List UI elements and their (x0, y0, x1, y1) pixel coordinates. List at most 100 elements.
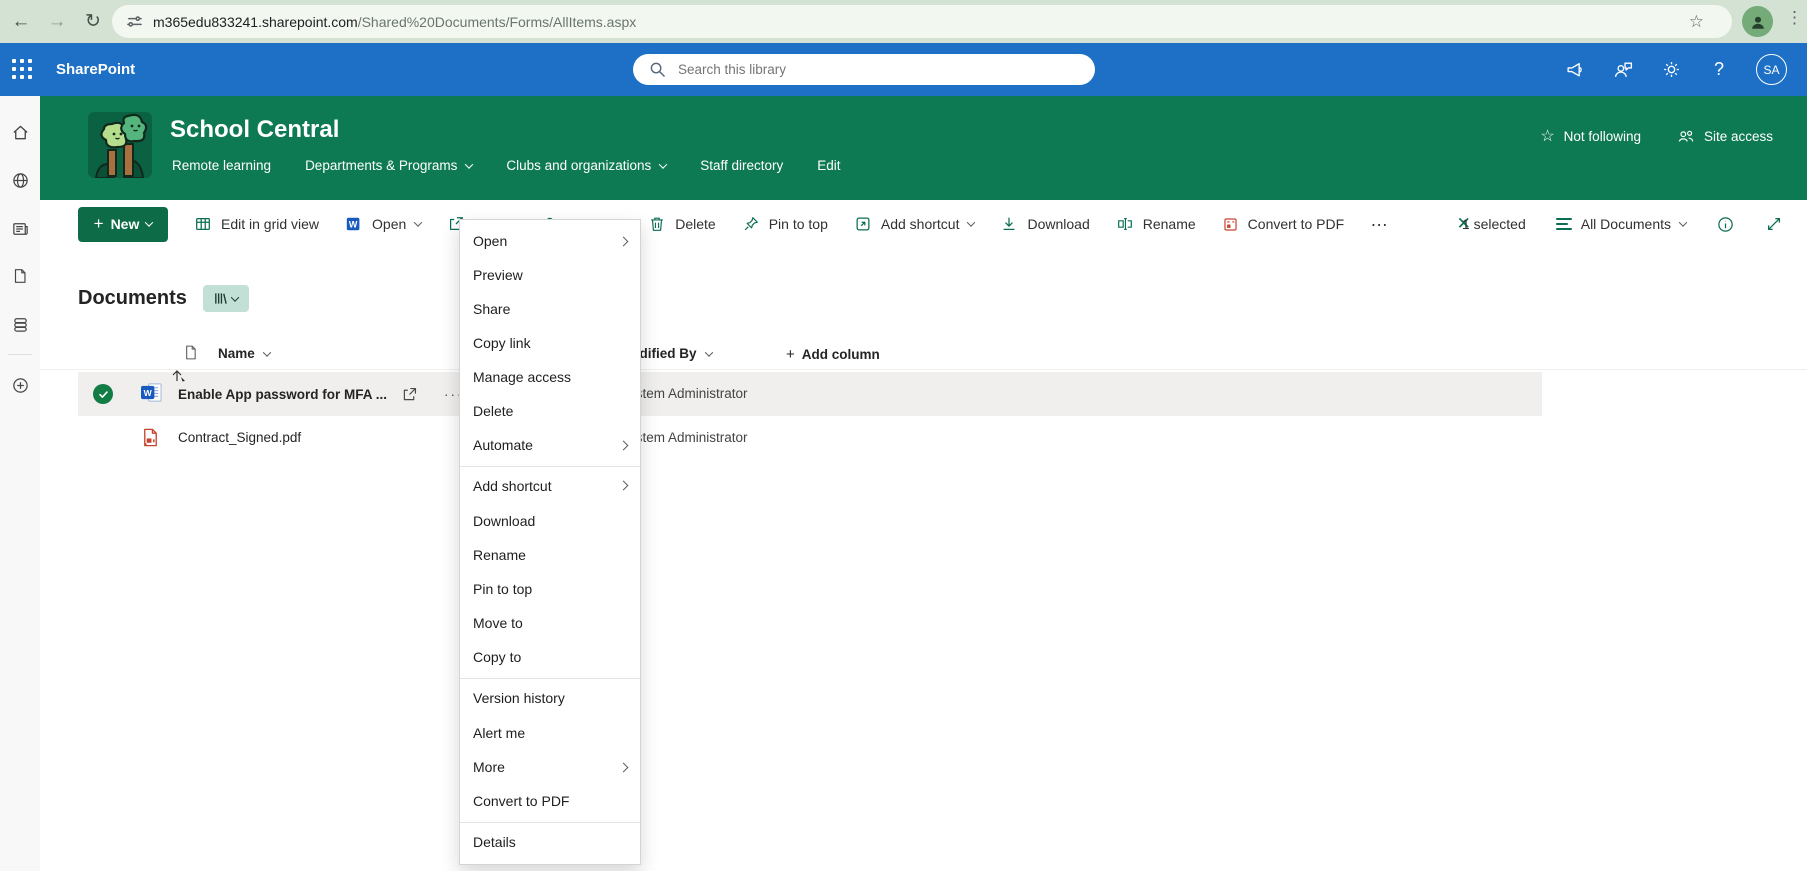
selected-checkbox[interactable] (93, 384, 113, 404)
rename-button[interactable]: Rename (1116, 215, 1196, 233)
menu-item-add-shortcut[interactable]: Add shortcut (460, 466, 640, 504)
site-title[interactable]: School Central (170, 116, 339, 144)
sharepoint-suite-bar: SharePoint ? SA (0, 43, 1807, 96)
browser-profile-avatar[interactable] (1742, 6, 1773, 37)
column-name[interactable]: Name (218, 346, 272, 361)
chevron-right-icon (618, 440, 629, 450)
suite-bar-actions: ? SA (1564, 43, 1807, 96)
menu-item-preview[interactable]: Preview (460, 258, 640, 292)
fullscreen-icon[interactable] (1765, 215, 1783, 233)
document-icon[interactable] (0, 252, 40, 300)
nav-remote-learning[interactable]: Remote learning (172, 158, 271, 173)
pin-to-top-button[interactable]: Pin to top (742, 215, 828, 233)
database-icon[interactable] (0, 300, 40, 348)
download-icon (1000, 215, 1018, 233)
chevron-down-icon (704, 347, 713, 357)
nav-staff-directory[interactable]: Staff directory (700, 158, 783, 173)
announcements-icon[interactable] (1564, 59, 1586, 81)
menu-item-convert-to-pdf[interactable]: Convert to PDF (460, 784, 640, 818)
browser-toolbar: ← → ↻ m365edu833241.sharepoint.com/Share… (0, 0, 1807, 43)
browser-menu-icon[interactable]: ⋮ (1786, 8, 1803, 28)
app-launcher-icon[interactable] (12, 58, 34, 81)
menu-item-copy-link[interactable]: Copy link (460, 326, 640, 360)
file-name-cell[interactable]: Contract_Signed.pdf (178, 430, 301, 445)
svg-text:W: W (144, 388, 153, 398)
app-name[interactable]: SharePoint (56, 61, 135, 78)
add-shortcut-icon (854, 215, 872, 233)
convert-to-pdf-button[interactable]: Convert to PDF (1222, 216, 1344, 233)
chevron-down-icon (967, 218, 976, 227)
search-input[interactable] (678, 62, 1058, 77)
nav-departments-programs[interactable]: Departments & Programs (305, 158, 474, 173)
nav-edit[interactable]: Edit (817, 158, 840, 173)
pdf-convert-icon (1222, 216, 1239, 233)
ellipsis-icon: … (1370, 209, 1390, 230)
menu-item-move-to[interactable]: Move to (460, 606, 640, 640)
grid-icon (194, 215, 212, 233)
menu-item-delete[interactable]: Delete (460, 394, 640, 428)
address-bar[interactable]: m365edu833241.sharepoint.com/Shared%20Do… (112, 5, 1732, 38)
site-header: School Central Remote learning Departmen… (40, 96, 1807, 200)
clear-selection-button[interactable]: ✕ 1 selected (1457, 214, 1526, 234)
browser-back-icon[interactable]: ← (6, 7, 36, 37)
menu-item-alert-me[interactable]: Alert me (460, 716, 640, 750)
site-access-button[interactable]: Site access (1677, 127, 1773, 145)
toolbar-right-group: ✕ 1 selected All Documents (1457, 200, 1783, 248)
toolbar-overflow-button[interactable]: … (1370, 210, 1389, 235)
delete-button[interactable]: Delete (648, 215, 716, 233)
site-navigation: Remote learning Departments & Programs C… (172, 158, 841, 173)
follow-button[interactable]: ☆ Not following (1540, 126, 1641, 146)
account-avatar[interactable]: SA (1756, 54, 1787, 85)
view-options-icon (1555, 218, 1572, 230)
file-name-cell[interactable]: Enable App password for MFA ... ··· (178, 386, 464, 403)
url-text[interactable]: m365edu833241.sharepoint.com/Shared%20Do… (153, 14, 636, 30)
menu-item-details[interactable]: Details (460, 822, 640, 860)
menu-item-download[interactable]: Download (460, 504, 640, 538)
menu-item-copy-to[interactable]: Copy to (460, 640, 640, 674)
bookmark-star-icon[interactable]: ☆ (1689, 12, 1704, 32)
menu-item-pin-to-top[interactable]: Pin to top (460, 572, 640, 606)
chevron-down-icon (414, 218, 423, 227)
open-button[interactable]: W Open (345, 215, 423, 233)
add-column-button[interactable]: + Add column (786, 346, 880, 363)
home-icon[interactable] (0, 108, 40, 156)
add-shortcut-button[interactable]: Add shortcut (854, 215, 976, 233)
menu-item-share[interactable]: Share (460, 292, 640, 326)
settings-gear-icon[interactable] (1660, 59, 1682, 81)
menu-item-version-history[interactable]: Version history (460, 678, 640, 716)
chevron-down-icon (1678, 218, 1688, 227)
mouse-cursor (172, 368, 186, 382)
feedback-icon[interactable] (1612, 59, 1634, 81)
view-selector[interactable]: All Documents (1555, 216, 1688, 232)
menu-item-rename[interactable]: Rename (460, 538, 640, 572)
share-icon[interactable] (401, 386, 418, 403)
download-button[interactable]: Download (1000, 215, 1090, 233)
browser-reload-icon[interactable]: ↻ (78, 7, 108, 37)
site-info-icon[interactable] (126, 13, 143, 30)
library-view-toggle[interactable] (202, 285, 249, 312)
chevron-down-icon (658, 159, 668, 169)
menu-item-manage-access[interactable]: Manage access (460, 360, 640, 394)
file-row-contract-signed[interactable]: Contract_Signed.pdf System Administrator (78, 416, 1542, 460)
news-icon[interactable] (0, 204, 40, 252)
globe-icon[interactable] (0, 156, 40, 204)
chevron-down-icon (262, 347, 272, 357)
new-button[interactable]: + New (78, 206, 168, 242)
help-icon[interactable]: ? (1708, 59, 1730, 81)
browser-forward-icon[interactable]: → (42, 7, 72, 37)
chevron-right-icon (618, 480, 629, 491)
file-type-column-icon[interactable] (182, 344, 199, 361)
nav-clubs-organizations[interactable]: Clubs and organizations (506, 158, 668, 173)
library-title: Documents (78, 287, 187, 309)
library-search-box[interactable] (633, 54, 1095, 85)
pdf-file-icon (140, 427, 161, 448)
edit-grid-view-button[interactable]: Edit in grid view (194, 215, 319, 233)
add-circle-icon[interactable] (0, 361, 40, 409)
menu-item-more[interactable]: More (460, 750, 640, 784)
menu-item-open[interactable]: Open (460, 224, 640, 258)
word-icon: W (345, 215, 363, 233)
file-row-enable-app-password[interactable]: W Enable App password for MFA ... ··· Sy… (78, 370, 1542, 416)
menu-item-automate[interactable]: Automate (460, 428, 640, 462)
site-logo[interactable] (88, 112, 152, 178)
info-icon[interactable] (1716, 215, 1735, 234)
